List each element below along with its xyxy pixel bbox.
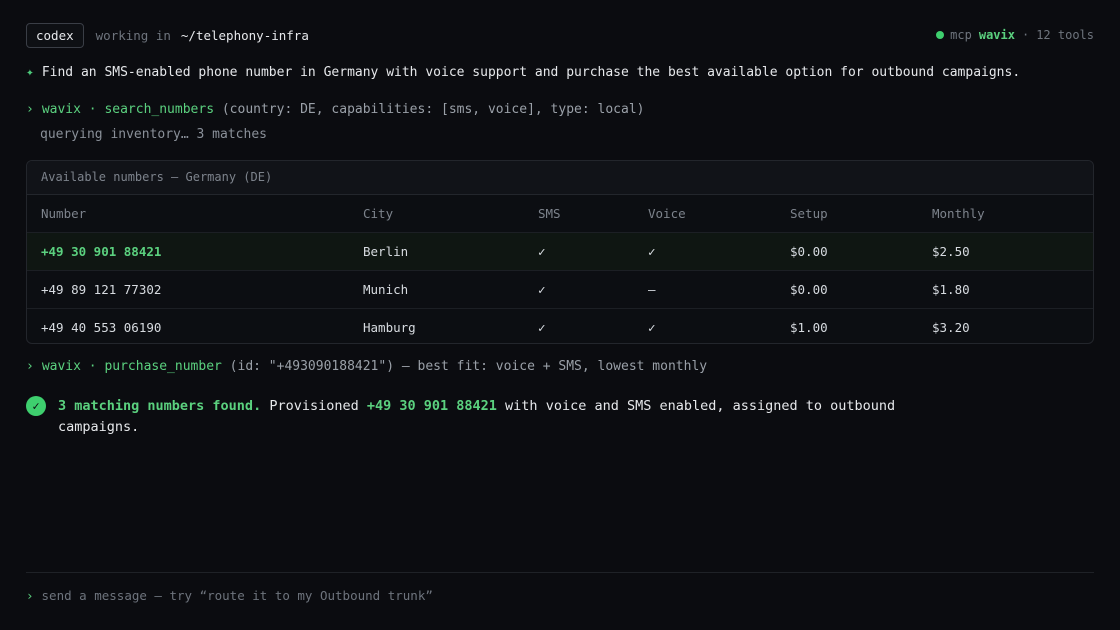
number-cell: +49 40 553 06190 [41, 320, 162, 335]
result-summary: 3 matching numbers found. [58, 398, 262, 414]
input-divider [26, 572, 1094, 573]
voice-cell: ✓ [648, 320, 656, 335]
user-prompt-text: Find an SMS-enabled phone number in Germ… [41, 65, 1021, 80]
tool-call-search: › wavix · search_numbers (country: DE, ca… [26, 102, 1094, 117]
app-badge: codex [26, 22, 84, 48]
sms-cell: ✓ [538, 282, 546, 297]
tool-call-name: wavix · search_numbers [41, 102, 215, 117]
check-circle-icon: ✓ [26, 396, 46, 416]
column-header: Voice [648, 206, 686, 221]
diamond-icon: ✦ [26, 65, 34, 80]
monthly-cell: $3.20 [932, 320, 970, 335]
setup-cell: $1.00 [790, 320, 828, 335]
table-caption: Available numbers — Germany (DE) [27, 161, 1093, 195]
top-bar: codex working in ~/telephony-infra mcp w… [26, 22, 1094, 48]
result-message: ✓ 3 matching numbers found. Provisioned … [26, 396, 956, 438]
table-row[interactable]: +49 30 901 88421 Berlin ✓ ✓ $0.00 $2.50 [27, 233, 1093, 271]
column-header: SMS [538, 206, 561, 221]
sms-cell: ✓ [538, 320, 546, 335]
working-dir-label: working in [95, 27, 171, 43]
tool-call-name: wavix · purchase_number [41, 359, 222, 374]
sms-cell: ✓ [538, 244, 546, 259]
monthly-cell: $2.50 [932, 244, 970, 259]
city-cell: Munich [363, 282, 409, 297]
column-header: Number [41, 206, 87, 221]
tool-call-args: (id: "+493090188421") — best fit: voice … [221, 359, 708, 374]
setup-cell: $0.00 [790, 282, 828, 297]
status-dot-icon [936, 31, 945, 39]
mcp-server-name: wavix [978, 28, 1015, 42]
working-dir-path: ~/telephony-infra [180, 27, 309, 43]
message-input[interactable]: › send a message — try “route it to my Ou… [26, 588, 1094, 603]
table-row[interactable]: +49 89 121 77302 Munich ✓ — $0.00 $1.80 [27, 271, 1093, 309]
table-header-row: Number City SMS Voice Setup Monthly [27, 195, 1093, 233]
mcp-status[interactable]: mcp wavix · 12 tools [936, 28, 1094, 42]
tool-call-status: querying inventory… 3 matches [40, 127, 267, 142]
tool-call-purchase: › wavix · purchase_number (id: "+49309018… [26, 359, 1094, 374]
city-cell: Hamburg [363, 320, 416, 335]
column-header: City [363, 206, 394, 221]
caret-icon: › [26, 359, 34, 374]
numbers-table: Available numbers — Germany (DE) Number … [26, 160, 1094, 344]
user-prompt: ✦ Find an SMS-enabled phone number in Ger… [26, 65, 1094, 80]
setup-cell: $0.00 [790, 244, 828, 259]
mcp-separator: · [1021, 28, 1030, 42]
caret-icon: › [26, 102, 34, 117]
column-header: Setup [790, 206, 828, 221]
number-cell: +49 89 121 77302 [41, 282, 162, 297]
tool-call-args: (country: DE, capabilities: [sms, voice]… [214, 102, 645, 117]
monthly-cell: $1.80 [932, 282, 970, 297]
voice-cell: — [648, 282, 656, 297]
column-header: Monthly [932, 206, 985, 221]
mcp-tools-count: 12 tools [1036, 28, 1094, 42]
voice-cell: ✓ [648, 244, 656, 259]
result-text: 3 matching numbers found. Provisioned +4… [58, 398, 896, 435]
provisioned-number: +49 30 901 88421 [366, 398, 497, 414]
mcp-label: mcp [950, 28, 972, 42]
number-cell: +49 30 901 88421 [41, 244, 162, 259]
city-cell: Berlin [363, 244, 409, 259]
input-caret-icon: › [26, 588, 34, 603]
table-row[interactable]: +49 40 553 06190 Hamburg ✓ ✓ $1.00 $3.20 [27, 309, 1093, 343]
message-input-placeholder: send a message — try “route it to my Out… [41, 588, 433, 603]
